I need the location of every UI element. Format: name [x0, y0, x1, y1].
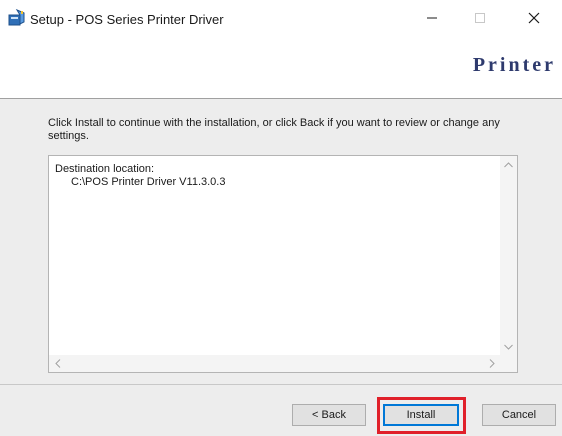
maximize-icon	[474, 12, 486, 27]
back-button[interactable]: < Back	[292, 404, 366, 426]
ready-memo[interactable]: Destination location: C:\POS Printer Dri…	[48, 155, 518, 373]
wizard-footer	[0, 385, 562, 436]
horizontal-scrollbar[interactable]	[49, 355, 500, 372]
install-highlight-box	[377, 397, 466, 434]
vertical-scrollbar[interactable]	[500, 156, 517, 355]
scroll-down-arrow-icon[interactable]	[500, 338, 517, 355]
memo-destination-label: Destination location:	[55, 163, 155, 175]
scrollbar-corner	[500, 355, 517, 372]
scroll-left-arrow-icon[interactable]	[49, 355, 66, 372]
close-button[interactable]	[512, 4, 556, 34]
scroll-up-arrow-icon[interactable]	[500, 156, 517, 173]
minimize-button[interactable]	[410, 4, 454, 34]
maximize-button[interactable]	[458, 4, 502, 34]
memo-destination-path: C:\POS Printer Driver V11.3.0.3	[71, 176, 226, 188]
brand-logo-text: Printer	[472, 54, 556, 76]
wizard-header: Printer	[0, 40, 562, 98]
close-icon	[527, 11, 541, 28]
title-bar: Setup - POS Series Printer Driver	[0, 0, 562, 40]
scroll-right-arrow-icon[interactable]	[483, 355, 500, 372]
minimize-icon	[426, 12, 438, 27]
cancel-button[interactable]: Cancel	[482, 404, 556, 426]
instructions-text: Click Install to continue with the insta…	[48, 117, 500, 142]
setup-installer-icon	[8, 8, 26, 27]
window-title: Setup - POS Series Printer Driver	[30, 12, 224, 27]
